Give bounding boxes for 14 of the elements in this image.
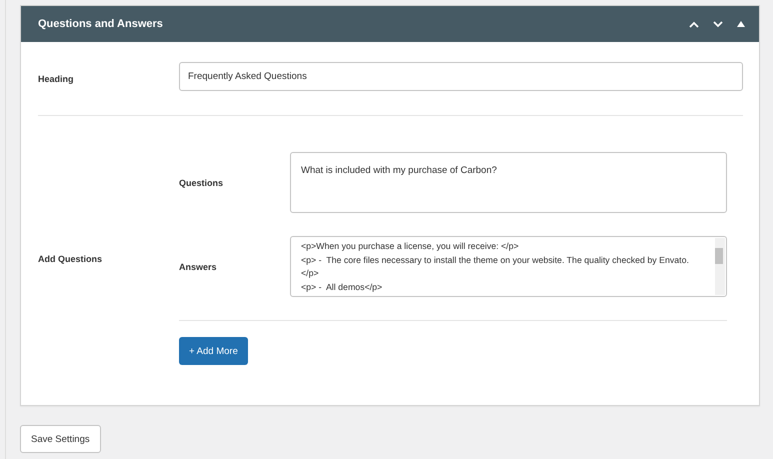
panel-title: Questions and Answers bbox=[38, 18, 164, 30]
input-field[interactable]: Frequently Asked Questions bbox=[179, 62, 743, 91]
textarea-field[interactable]: What is included with my purchase of Carbon? bbox=[290, 152, 727, 213]
triangle-up-icon[interactable] bbox=[737, 21, 745, 27]
add-more-button[interactable]: + Add More bbox=[179, 337, 248, 365]
textarea-field[interactable]: <p>When you purchase a license, you will receive: </p> <p> - The core files necessary to install the theme on your website. The quality checked by Envato. </p> <p> - All demos</p> bbox=[290, 236, 727, 297]
field-label: Heading bbox=[38, 74, 75, 84]
field-label: Answers bbox=[179, 262, 218, 272]
field-label: Questions bbox=[179, 178, 224, 188]
chevron-up-icon[interactable] bbox=[689, 20, 699, 28]
field-label: Add Questions bbox=[38, 254, 104, 264]
save-settings-button[interactable]: Save Settings bbox=[20, 425, 101, 453]
scrollbar[interactable] bbox=[715, 238, 725, 295]
chevron-down-icon[interactable] bbox=[713, 20, 723, 28]
